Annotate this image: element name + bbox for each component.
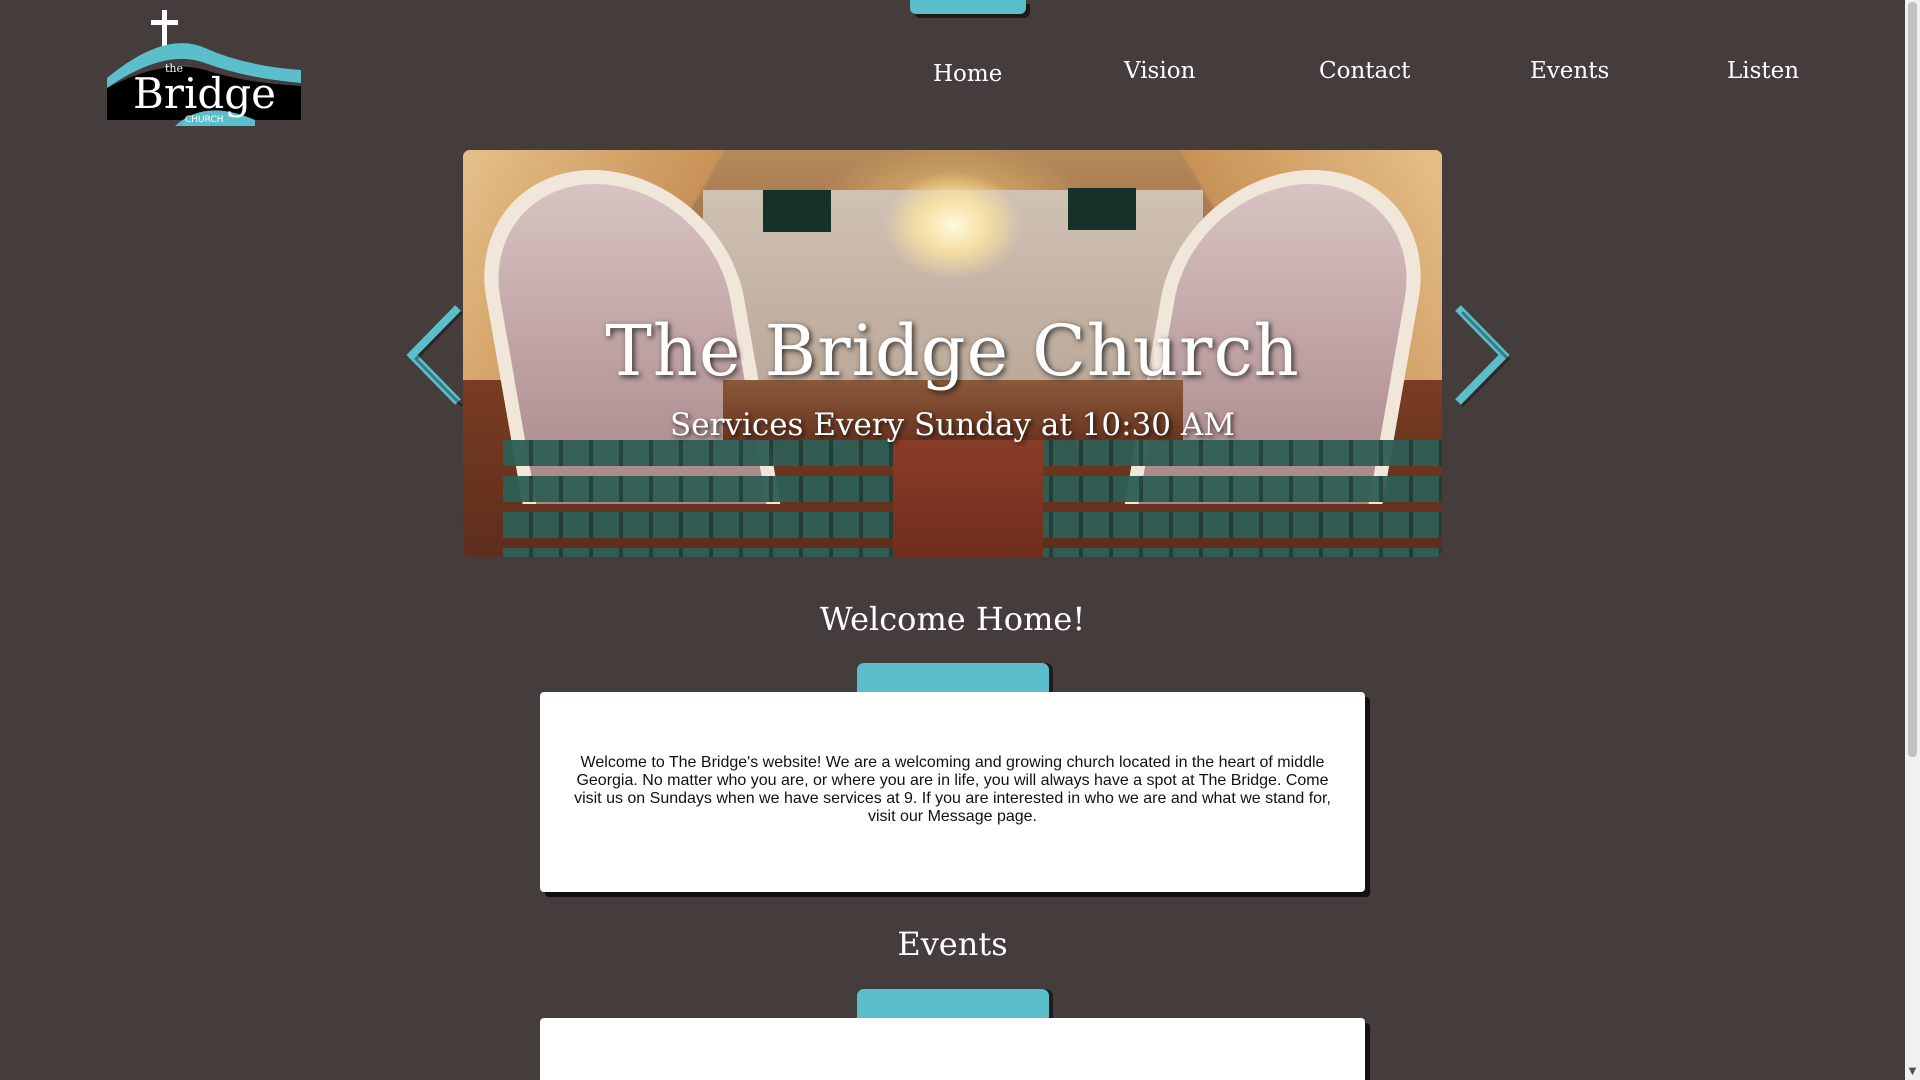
events-card: [540, 1018, 1365, 1080]
hero-title: The Bridge Church: [605, 310, 1300, 392]
nav-item-contact[interactable]: Contact: [1319, 58, 1410, 98]
events-heading: Events: [897, 925, 1008, 963]
nav-item-events[interactable]: Events: [1530, 58, 1609, 98]
nav-item-home[interactable]: Home: [933, 61, 1002, 101]
slider-prev-button[interactable]: [400, 300, 470, 410]
hero-slider: The Bridge Church Services Every Sunday …: [463, 150, 1442, 557]
hero-image-aisle: [893, 440, 1043, 557]
chevron-left-icon: [406, 305, 464, 408]
hero-subtitle: Services Every Sunday at 10:30 AM: [670, 407, 1235, 443]
hero-image-screen-right: [1068, 188, 1136, 230]
page: the Bridge CHURCH Home Vision Contact Ev…: [0, 0, 1920, 1080]
chevron-right-icon: [1455, 305, 1511, 408]
welcome-tab: [857, 663, 1049, 695]
nav-item-vision[interactable]: Vision: [1124, 58, 1195, 98]
nav-item-listen[interactable]: Listen: [1727, 58, 1799, 98]
slider-next-button[interactable]: [1446, 300, 1516, 410]
nav-active-indicator: [910, 0, 1026, 14]
hero-image-seats-left: [503, 440, 923, 557]
welcome-card: Welcome to The Bridge's website! We are …: [540, 692, 1365, 892]
welcome-text: Welcome to The Bridge's website! We are …: [574, 754, 1331, 825]
main-nav: Home Vision Contact Events Listen: [0, 58, 1920, 98]
hero-image-seats-right: [1023, 440, 1442, 557]
scrollbar-thumb[interactable]: [1908, 2, 1917, 757]
svg-text:CHURCH: CHURCH: [185, 115, 224, 125]
scroll-down-arrow-icon[interactable]: ▼: [1905, 1064, 1920, 1080]
events-tab: [857, 989, 1049, 1021]
hero-image-screen-left: [763, 190, 831, 232]
page-scrollbar[interactable]: ▼: [1905, 0, 1920, 1080]
hero-image-chandelier: [883, 170, 1023, 280]
welcome-heading: Welcome Home!: [819, 600, 1086, 638]
